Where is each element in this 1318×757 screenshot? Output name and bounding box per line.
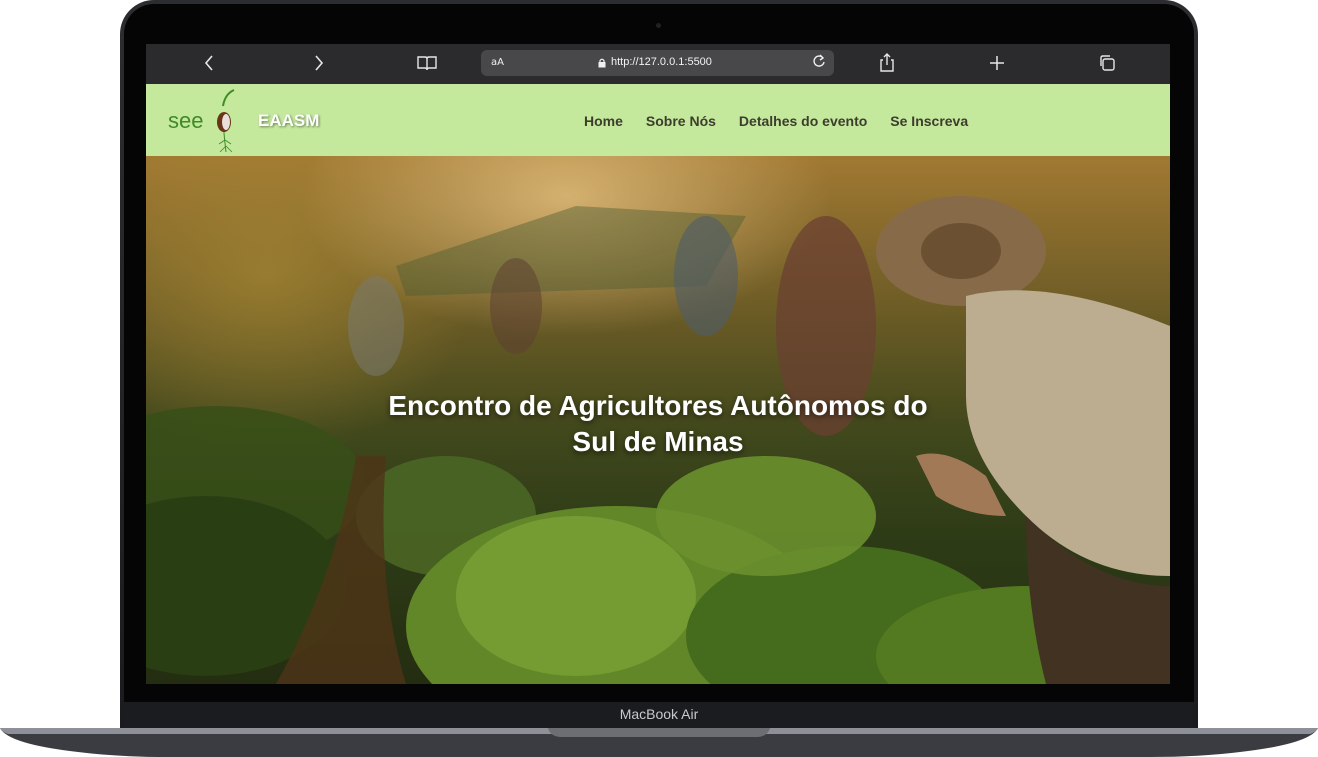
browser-toolbar: aA http://127.0.0.1:5500 [146, 44, 1170, 84]
camera [656, 23, 661, 28]
tabs-overview-icon[interactable] [1092, 44, 1122, 84]
nav-link-se-inscreva[interactable]: Se Inscreva [890, 113, 968, 129]
lock-icon [598, 58, 606, 68]
screen: aA http://127.0.0.1:5500 see EAASM Home … [146, 44, 1170, 684]
share-icon[interactable] [872, 44, 902, 84]
laptop-base [0, 728, 1318, 757]
brand-name[interactable]: EAASM [258, 111, 319, 131]
hero-title-line1: Encontro de Agricultores Autônomos do [388, 390, 928, 421]
reader-bookmarks-icon[interactable] [412, 44, 442, 84]
nav-link-home[interactable]: Home [584, 113, 623, 129]
nav-link-sobre-nos[interactable]: Sobre Nós [646, 113, 716, 129]
back-icon[interactable] [194, 44, 224, 84]
logo-text: see [168, 108, 204, 133]
main-nav: Home Sobre Nós Detalhes do evento Se Ins… [584, 113, 968, 129]
url-text: http://127.0.0.1:5500 [611, 56, 712, 68]
text-size-button[interactable]: aA [491, 57, 504, 68]
reload-icon[interactable] [812, 53, 826, 73]
hero-title-line2: Sul de Minas [572, 426, 744, 457]
site-navbar: see EAASM Home Sobre Nós Detalhes do eve… [146, 84, 1170, 156]
hero-section: Encontro de Agricultores Autônomos do Su… [146, 156, 1170, 684]
nav-link-detalhes-evento[interactable]: Detalhes do evento [739, 113, 867, 129]
forward-icon[interactable] [304, 44, 334, 84]
new-tab-icon[interactable] [982, 44, 1012, 84]
address-bar[interactable]: aA http://127.0.0.1:5500 [481, 50, 834, 76]
hero-title: Encontro de Agricultores Autônomos do Su… [358, 388, 958, 460]
device-model-label: MacBook Air [619, 706, 699, 722]
